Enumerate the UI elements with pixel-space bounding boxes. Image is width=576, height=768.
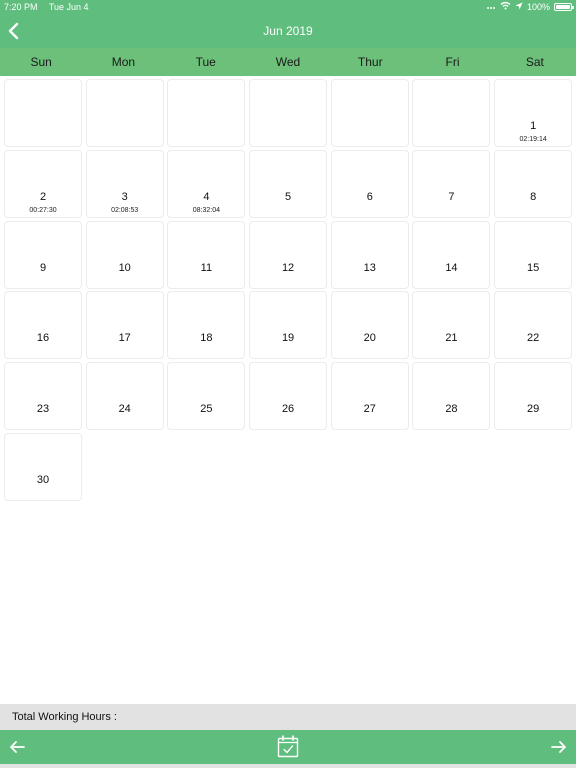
day-number: 24 xyxy=(118,403,131,416)
calendar-blank-cell xyxy=(249,79,328,147)
day-number: 21 xyxy=(445,332,458,345)
total-working-hours-label: Total Working Hours : xyxy=(12,711,117,723)
status-date: Tue Jun 4 xyxy=(48,2,89,12)
day-number: 22 xyxy=(527,332,540,345)
calendar-day-cell[interactable]: 26 xyxy=(249,362,328,431)
calendar-day-cell[interactable]: 28 xyxy=(412,362,491,431)
day-number: 25 xyxy=(200,403,213,416)
calendar-day-cell[interactable]: 10 xyxy=(85,220,164,289)
calendar-day-cell[interactable]: 3 02:08:53 xyxy=(85,149,164,218)
total-working-hours-bar: Total Working Hours : xyxy=(0,704,576,730)
day-number: 30 xyxy=(36,473,50,486)
calendar-day-cell[interactable]: 24 xyxy=(85,362,164,431)
day-number: 9 xyxy=(39,261,47,274)
day-number: 8 xyxy=(530,190,537,203)
day-number: 19 xyxy=(281,332,295,345)
day-number: 17 xyxy=(118,332,131,345)
calendar-blank-cell xyxy=(4,79,82,147)
day-number: 1 xyxy=(530,120,537,132)
calendar-blank-cell xyxy=(412,79,491,147)
calendar-day-cell[interactable]: 20 xyxy=(330,291,409,360)
calendar-day-cell[interactable]: 6 xyxy=(330,149,409,218)
calendar-day-cell[interactable]: 14 xyxy=(412,220,491,289)
wifi-icon xyxy=(500,1,511,12)
status-bar: 7:20 PM Tue Jun 4 100% xyxy=(0,0,576,14)
day-number: 27 xyxy=(363,403,376,416)
calendar-day-cell[interactable]: 11 xyxy=(167,220,246,289)
calendar-blank-cell xyxy=(167,79,246,147)
battery-icon xyxy=(554,2,574,11)
day-number: 18 xyxy=(200,332,213,345)
day-number: 14 xyxy=(445,261,458,274)
day-number: 2 xyxy=(39,190,47,203)
battery-percent: 100% xyxy=(526,1,550,12)
weekday-tue: Tue xyxy=(195,55,216,69)
day-number: 12 xyxy=(281,261,295,274)
calendar-day-cell[interactable]: 15 xyxy=(494,220,573,289)
calendar-day-cell[interactable]: 5 xyxy=(249,149,328,218)
location-icon xyxy=(515,2,523,12)
calendar-day-cell[interactable]: 7 xyxy=(412,149,491,218)
calendar-day-cell[interactable]: 13 xyxy=(330,220,409,289)
calendar-day-cell[interactable]: 21 xyxy=(412,291,491,360)
day-number: 11 xyxy=(200,261,213,274)
arrow-left-icon[interactable] xyxy=(8,738,26,756)
calendar-day-cell[interactable]: 27 xyxy=(330,362,409,431)
day-number: 16 xyxy=(36,332,50,345)
day-number: 20 xyxy=(363,332,376,345)
day-number: 10 xyxy=(118,261,131,274)
weekday-thur: Thur xyxy=(357,55,383,69)
day-number: 15 xyxy=(527,261,540,274)
status-time: 7:20 PM xyxy=(4,2,38,12)
weekday-header: Sun Mon Tue Wed Thur Fri Sat xyxy=(0,48,576,76)
day-number: 3 xyxy=(121,190,128,203)
calendar-day-cell[interactable]: 23 xyxy=(4,362,82,431)
calendar-day-cell[interactable]: 16 xyxy=(4,291,82,360)
arrow-right-icon[interactable] xyxy=(550,738,568,756)
calendar-day-cell[interactable]: 17 xyxy=(85,291,164,360)
calendar-day-cell[interactable]: 12 xyxy=(249,220,328,289)
calendar-day-cell[interactable]: 4 08:32:04 xyxy=(167,149,246,218)
calendar-day-cell[interactable]: 30 xyxy=(4,432,82,501)
day-number: 26 xyxy=(281,403,295,416)
calendar-blank-cell xyxy=(330,79,409,147)
day-number: 13 xyxy=(363,261,376,274)
calendar-day-cell[interactable]: 1 02:19:14 xyxy=(494,79,573,147)
weekday-sun: Sun xyxy=(30,55,52,69)
bottom-toolbar xyxy=(0,730,576,764)
day-number: 5 xyxy=(285,190,292,203)
calendar-day-cell[interactable]: 18 xyxy=(167,291,246,360)
day-working-time: 08:32:04 xyxy=(192,206,220,214)
calendar-day-cell[interactable]: 9 xyxy=(4,220,82,289)
day-working-time: 00:27:30 xyxy=(29,206,57,214)
calendar-day-cell[interactable]: 25 xyxy=(167,362,246,431)
calendar-day-cell[interactable]: 29 xyxy=(494,362,573,431)
weekday-wed: Wed xyxy=(275,55,301,69)
calendar-day-cell[interactable]: 8 xyxy=(494,149,573,218)
month-title: Jun 2019 xyxy=(263,24,313,38)
day-number: 23 xyxy=(36,403,50,416)
weekday-sat: Sat xyxy=(525,55,544,69)
calendar-blank-cell xyxy=(85,79,164,147)
calendar-day-cell[interactable]: 19 xyxy=(249,291,328,360)
calendar-check-icon[interactable] xyxy=(277,735,299,758)
day-working-time: 02:19:14 xyxy=(519,136,547,143)
day-number: 29 xyxy=(527,403,540,416)
calendar-grid: 1 02:19:14 2 00:27:30 3 02:08:53 4 08:32:04 5 6 7 8… xyxy=(4,79,573,501)
day-working-time: 02:08:53 xyxy=(111,206,139,214)
calendar-day-cell[interactable]: 22 xyxy=(494,291,573,360)
day-number: 4 xyxy=(203,190,210,203)
bottom-strip xyxy=(0,764,576,768)
day-number: 6 xyxy=(366,190,373,203)
dots-icon xyxy=(486,2,496,12)
calendar-day-cell[interactable]: 2 00:27:30 xyxy=(4,149,82,218)
weekday-fri: Fri xyxy=(445,55,460,69)
day-number: 7 xyxy=(448,190,455,203)
nav-bar: Jun 2019 xyxy=(0,14,576,48)
day-number: 28 xyxy=(445,403,458,416)
weekday-mon: Mon xyxy=(111,55,136,69)
